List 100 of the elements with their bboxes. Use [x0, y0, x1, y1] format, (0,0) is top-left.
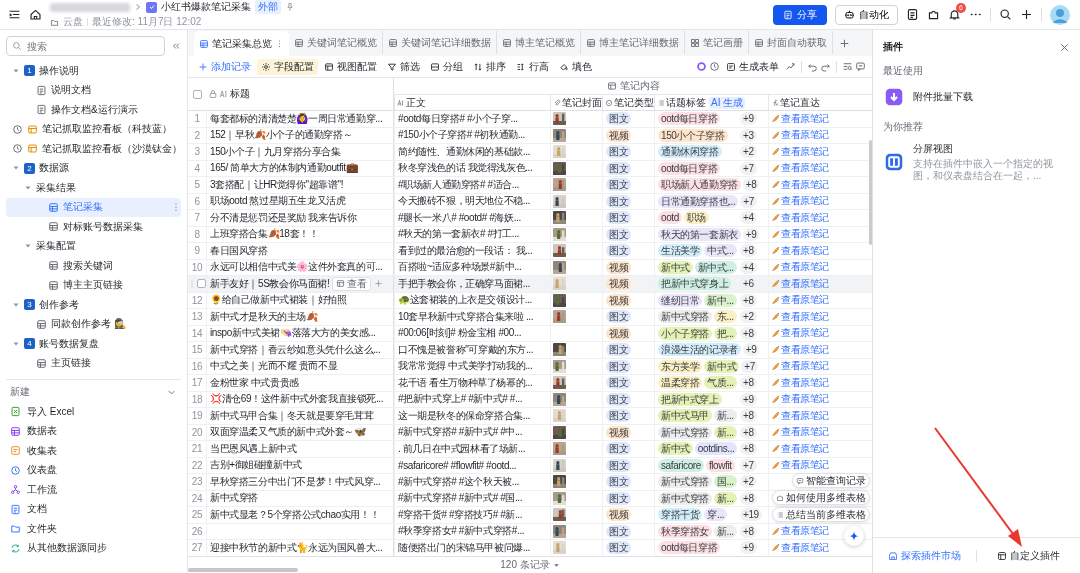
note-link[interactable]: 查看原笔记 — [771, 309, 829, 324]
note-link[interactable]: 查看原笔记 — [771, 144, 829, 159]
sidebar-item[interactable]: 采集配置 — [6, 236, 181, 256]
table-row[interactable]: 18 💢清仓69！这件新中式外套我直接锁死... #把新中式穿上# #新中式# #... 图文 把新中式穿上 +9 查看原笔记 — [188, 391, 872, 408]
close-icon[interactable] — [1059, 41, 1070, 53]
note-link[interactable]: 查看原笔记 — [771, 111, 829, 126]
suggestion-chip[interactable]: 总结当前多维表格 — [772, 507, 870, 522]
table-row[interactable]: 9 春日国风穿搭 看到过的最治愈的一段话： 我... 图文 生活美学 中式... +8 查看原笔记 — [188, 243, 872, 260]
note-link[interactable]: 查看原笔记 — [771, 408, 829, 423]
table-row[interactable]: 22 吉别+御姐碰撞新中式 #safaricore# #flowfit# #ootd... 图文 safaricore flowfit +7 查看原笔记 — [188, 457, 872, 474]
column-header[interactable]: 笔记直达 — [768, 94, 872, 110]
sidebar-item[interactable]: 笔记抓取监控看板（科技蓝） — [6, 119, 181, 139]
table-row[interactable]: 14 inspo新中式美裙👒落落大方的美女感... #00:06[时刻]# 粉金宝相 #00... 视频 小个子穿搭 把... +8 查看原笔记 — [188, 325, 872, 342]
suggestion-chip[interactable]: 智能查询记录 — [792, 473, 870, 488]
note-link[interactable]: 查看原笔记 — [771, 458, 829, 473]
sidebar-item[interactable]: 对标账号数据采集 — [6, 217, 181, 237]
note-link[interactable]: 查看原笔记 — [771, 326, 829, 341]
avatar[interactable] — [1050, 4, 1070, 25]
sidebar-item[interactable]: 3 创作参考 — [6, 295, 181, 315]
table-row[interactable]: 19 新中式马甲合集｜冬天就是要穿毛茸茸 这一期是秋冬的保命穿搭合集... 图文 新中式马甲 新... +8 查看原笔记 — [188, 408, 872, 425]
sidebar-item[interactable]: 同款创作参考 🕵‍♀ — [6, 314, 181, 334]
open-record-button[interactable]: 查看 — [332, 276, 372, 291]
view-tab[interactable]: 博主笔记概览 — [497, 31, 581, 54]
drag-handle-icon[interactable] — [188, 279, 196, 288]
bell-icon[interactable] — [948, 8, 961, 21]
toolbar-button[interactable]: 添加记录 — [194, 58, 255, 75]
ai-assistant-button[interactable] — [844, 526, 864, 546]
new-item[interactable]: 从其他数据源同步 — [6, 538, 181, 558]
toolbar-button[interactable]: 填色 — [555, 58, 596, 75]
table-row[interactable]: 5 3套搭配｜让HR觉得你"超靠谱"! #职场新人通勤穿搭# #适合... 图文 职场新人通勤穿搭 +8 查看原笔记 — [188, 177, 872, 194]
new-item[interactable]: 仪表盘 — [6, 460, 181, 480]
note-link[interactable]: 查看原笔记 — [771, 128, 829, 143]
toolbar-button[interactable]: 排序 — [469, 58, 510, 75]
view-tab[interactable]: 关键词笔记概览 — [289, 31, 383, 54]
select-all-checkbox[interactable] — [192, 89, 202, 99]
table-row[interactable]: 27 迎接中秋节的新中式🐈永远为国风兽大... 随便搭出门的宋锦马甲被问爆... 图文 ootd每日穿搭 +9 查看原笔记 — [188, 540, 872, 556]
view-tab[interactable]: 笔记采集总览 — [194, 31, 289, 56]
new-item[interactable]: 文件夹 — [6, 519, 181, 539]
note-link[interactable]: 查看原笔记 — [771, 161, 829, 176]
table-row[interactable]: 2 152｜早秋🍂小个子的通勤穿搭～ #150小个子穿搭# #初秋通勤... 视频 150小个子穿搭 +3 查看原笔记 — [188, 127, 872, 144]
note-link[interactable]: 查看原笔记 — [771, 293, 829, 308]
generate-form-button[interactable]: 生成表单 — [722, 58, 783, 75]
view-tab[interactable]: 笔记画册 — [685, 31, 749, 54]
table-row[interactable]: 8 上班穿搭合集🍂18套！！ #秋天的第一套新衣# #打工... 图文 秋天的第一套新衣 +9 查看原笔记 — [188, 226, 872, 243]
suggestion-chip[interactable]: 如何使用多维表格 — [772, 490, 870, 505]
document-icon[interactable] — [906, 8, 919, 21]
plus-icon[interactable] — [1020, 8, 1033, 21]
note-link[interactable]: 查看原笔记 — [771, 441, 829, 456]
plugin-item[interactable]: 附件批量下载 — [873, 82, 1080, 116]
note-link[interactable]: 查看原笔记 — [771, 342, 829, 357]
share-button[interactable]: 分享 — [773, 4, 827, 25]
sidebar-toggle-icon[interactable] — [8, 8, 21, 21]
new-item[interactable]: 导入 Excel — [6, 402, 181, 422]
note-link[interactable]: 查看原笔记 — [771, 425, 829, 440]
undo-icon[interactable] — [807, 61, 818, 72]
find-icon[interactable] — [842, 61, 853, 72]
note-link[interactable]: 查看原笔记 — [771, 392, 829, 407]
explore-link[interactable]: 探索插件市场 — [873, 548, 976, 563]
table-row[interactable]: 21 当巴恩风遇上新中式 . 前几日在中式园林看了场新... 图文 新中式 ootdins... +8 查看原笔记 — [188, 441, 872, 458]
view-tab[interactable]: 博主笔记详细数据 — [581, 31, 685, 54]
column-header[interactable]: 笔记类型 — [602, 94, 654, 110]
row-checkbox[interactable] — [197, 279, 206, 289]
table-row[interactable]: 4 165/ 简单大方的体制内通勤outfit💼 秋冬穿浅色的话 我觉得浅灰色... 图文 ootd每日穿搭 +7 查看原笔记 — [188, 160, 872, 177]
view-tab[interactable]: 封面自动获取 — [749, 31, 833, 54]
comment-icon[interactable] — [855, 61, 866, 72]
collapse-icon[interactable] — [171, 41, 181, 51]
history-icon[interactable] — [709, 61, 720, 72]
toolbar-button[interactable]: 字段配置 — [257, 58, 318, 75]
toolbar-button[interactable]: 行高 — [512, 58, 553, 75]
sidebar-item[interactable]: 操作文档&运行演示 — [6, 100, 181, 120]
table-row[interactable]: 12 🌻给自己做新中式裙装｜好拍照 🐢这套裙装的上衣是交领设计... 视频 缝纫日常 新中... +8 查看原笔记 — [188, 292, 872, 309]
record-count[interactable]: 120 条记录 — [500, 558, 550, 572]
scrollbar[interactable] — [188, 568, 298, 572]
ring-icon[interactable] — [696, 61, 707, 72]
table-row[interactable]: 13 新中式才是秋天的主场🍂 10套早秋新中式穿搭合集来啦 ... 图文 新中式穿搭 东... +2 查看原笔记 — [188, 309, 872, 326]
note-link[interactable]: 查看原笔记 — [771, 375, 829, 390]
column-header[interactable]: 笔记封面 — [550, 94, 602, 110]
note-link[interactable]: 查看原笔记 — [771, 276, 829, 291]
table-row[interactable]: 20 双面穿温柔又气质的新中式外套～🦋 #新中式穿搭# #新中式# #中... 视频 新中式穿搭 新... +8 查看原笔记 — [188, 424, 872, 441]
sidebar-item[interactable]: 搜索关键词 — [6, 256, 181, 276]
column-header[interactable]: 标题 — [206, 78, 394, 110]
note-link[interactable]: 查看原笔记 — [771, 359, 829, 374]
sidebar-item[interactable]: 说明文档 — [6, 80, 181, 100]
table-row[interactable]: 7 分不清是惩罚还是奖励 我来告诉你 #腿长一米八# #ootd# #海妖... 图文 ootd 职场 +4 查看原笔记 — [188, 210, 872, 227]
sidebar-item[interactable]: 笔记抓取监控看板（沙漠钛金） — [6, 139, 181, 159]
note-link[interactable]: 查看原笔记 — [771, 177, 829, 192]
column-header[interactable]: 正文 — [394, 94, 550, 110]
table-row[interactable]: 15 新中式穿搭｜香云纱如意头凭什么这么... 口不愧是被誉称"可穿戴的东方... 图文 浪漫生活的记录者 +9 查看原笔记 — [188, 342, 872, 359]
scrollbar[interactable] — [869, 140, 872, 245]
toolbar-button[interactable]: 分组 — [426, 58, 467, 75]
caret-icon[interactable] — [552, 561, 560, 569]
note-link[interactable]: 查看原笔记 — [771, 210, 829, 225]
table-row[interactable]: 新手友好｜5S教会你马面裙! 查看 手把手教会你，正确穿马面裙... 视频 把新中式穿身上 +6 查看原笔记 — [188, 276, 872, 293]
home-icon[interactable] — [29, 8, 42, 21]
redo-icon[interactable] — [820, 61, 831, 72]
plugin-item[interactable]: 分屏视图 支持在插件中嵌入一个指定的视图，和仪表盘结合在一起，... — [873, 138, 1080, 190]
sidebar-item[interactable]: 笔记采集 — [6, 197, 181, 217]
table-row[interactable]: 6 职场ootd 熬过星期五生龙又活虎 今天搬砖不狠，明天地位不稳... 图文 日常通勤穿搭也... +7 查看原笔记 — [188, 193, 872, 210]
view-tab[interactable]: 关键词笔记详细数据 — [383, 31, 497, 54]
sidebar-item[interactable]: 采集结果 — [6, 178, 181, 198]
